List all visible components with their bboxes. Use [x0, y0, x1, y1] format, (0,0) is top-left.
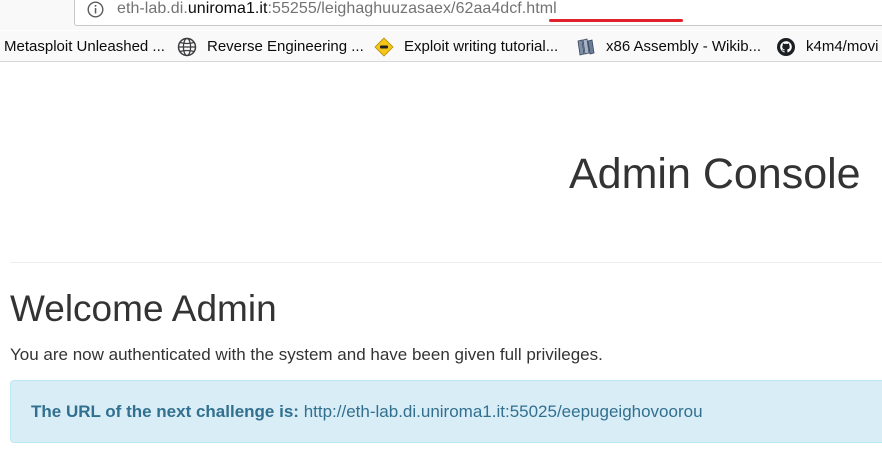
url-path: :55255/leighaghuuzasaex/	[267, 0, 456, 17]
bookmark-label: k4m4/movi	[806, 38, 879, 55]
bookmarks-toolbar: Metasploit Unleashed ... Reverse Enginee…	[0, 31, 882, 62]
books-icon	[576, 37, 596, 57]
welcome-heading: Welcome Admin	[10, 288, 277, 329]
url-domain: uniroma1.it	[187, 0, 268, 17]
url-red-underline	[549, 19, 683, 22]
bookmark-metasploit[interactable]: Metasploit Unleashed ...	[4, 31, 165, 62]
welcome-text: You are now authenticated with the syste…	[10, 345, 603, 364]
alert-content: The URL of the next challenge is: http:/…	[31, 402, 703, 422]
page-content: Admin Console Welcome Admin You are now …	[0, 63, 882, 454]
bookmark-k4m4[interactable]: k4m4/movi	[776, 31, 879, 62]
bookmark-x86-assembly[interactable]: x86 Assembly - Wikib...	[576, 31, 761, 62]
bookmark-label: Metasploit Unleashed ...	[4, 38, 165, 55]
next-challenge-alert: The URL of the next challenge is: http:/…	[10, 380, 882, 443]
bookmark-label: Reverse Engineering ...	[207, 38, 364, 55]
bookmark-reverse-engineering[interactable]: Reverse Engineering ...	[177, 31, 364, 62]
next-challenge-link[interactable]: http://eth-lab.di.uniroma1.it:55025/eepu…	[304, 402, 703, 421]
url-file: 62aa4dcf.html	[455, 0, 557, 17]
bookmark-exploit-writing[interactable]: Exploit writing tutorial...	[374, 31, 558, 62]
address-bar-area: eth-lab.di.uniroma1.it:55255/leighaghuuz…	[0, 0, 882, 30]
bookmark-label: x86 Assembly - Wikib...	[606, 38, 762, 55]
github-icon	[776, 37, 796, 57]
info-icon[interactable]	[87, 1, 104, 18]
url-text[interactable]: eth-lab.di.uniroma1.it:55255/leighaghuuz…	[117, 0, 557, 18]
globe-icon	[177, 37, 197, 57]
alert-label: The URL of the next challenge is:	[31, 402, 299, 421]
console-title: Admin Console	[569, 150, 861, 198]
address-bar[interactable]: eth-lab.di.uniroma1.it:55255/leighaghuuz…	[74, 0, 882, 26]
url-prefix: eth-lab.di.	[117, 0, 188, 17]
yellow-diamond-icon	[374, 36, 394, 57]
bookmark-label: Exploit writing tutorial...	[404, 38, 559, 55]
divider	[10, 262, 882, 263]
